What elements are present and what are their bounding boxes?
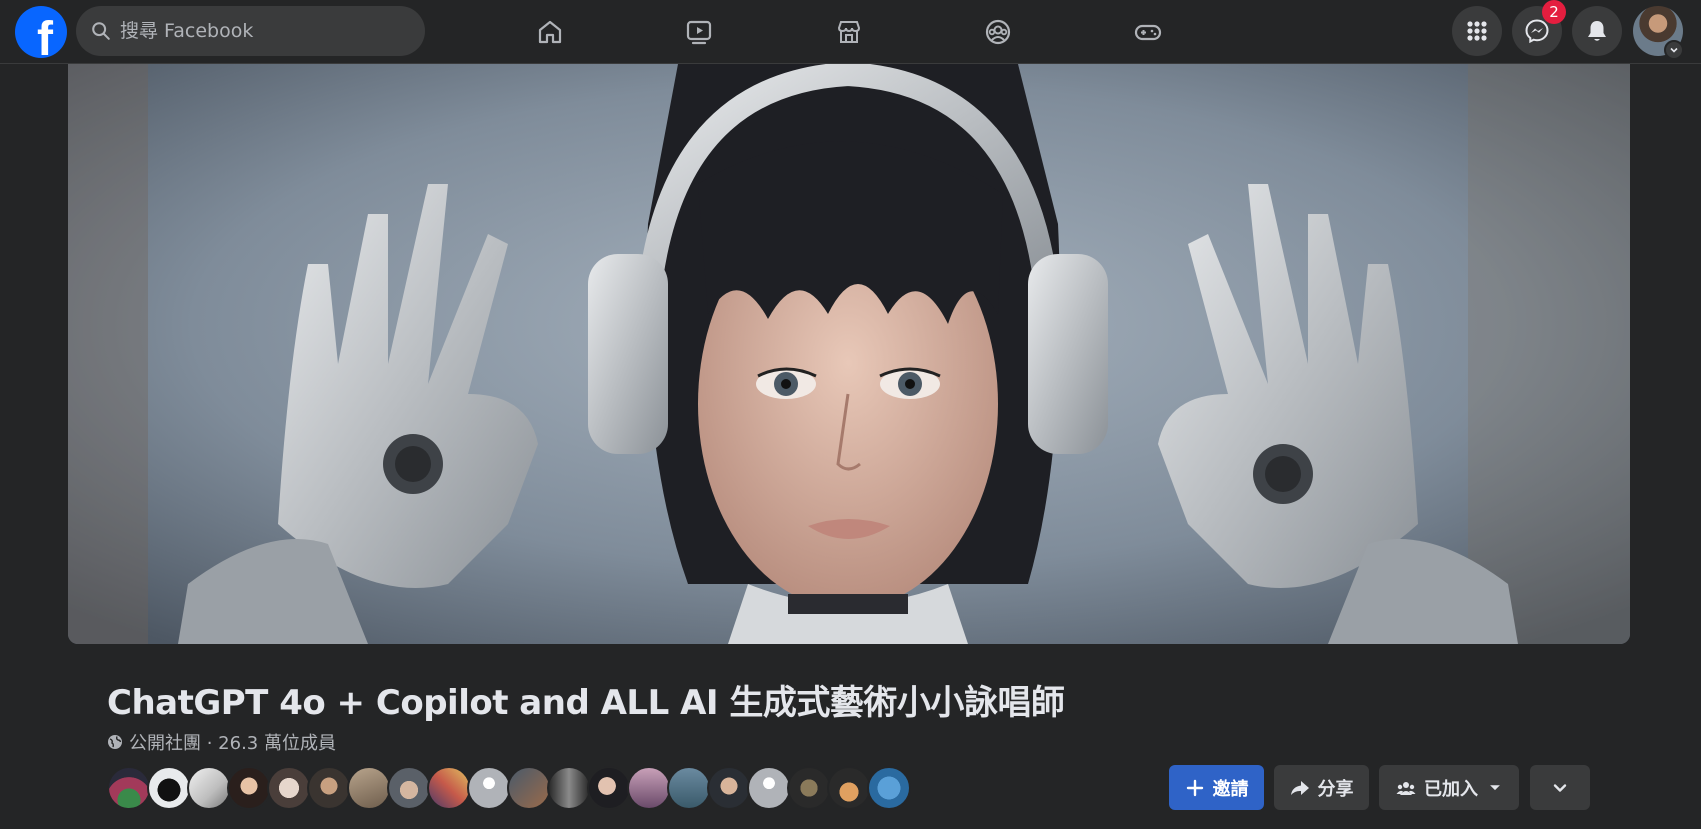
share-button[interactable]: 分享 xyxy=(1274,765,1369,810)
member-avatar[interactable] xyxy=(707,766,751,810)
share-label: 分享 xyxy=(1317,778,1354,800)
invite-button[interactable]: 邀請 xyxy=(1169,765,1264,810)
cover-image xyxy=(68,64,1630,644)
member-avatar[interactable] xyxy=(627,766,671,810)
member-avatar[interactable] xyxy=(787,766,831,810)
member-avatar[interactable] xyxy=(667,766,711,810)
member-avatar[interactable] xyxy=(147,766,191,810)
joined-label: 已加入 xyxy=(1424,778,1478,800)
search-input[interactable] xyxy=(120,20,400,42)
account-menu-chevron[interactable] xyxy=(1664,40,1684,60)
groups-icon xyxy=(985,19,1011,45)
member-avatar[interactable] xyxy=(867,766,911,810)
plus-icon xyxy=(1186,779,1203,796)
member-avatars[interactable] xyxy=(107,766,911,810)
nav-gaming[interactable] xyxy=(1128,12,1168,52)
chevron-down-icon xyxy=(1553,783,1567,792)
member-avatar[interactable] xyxy=(347,766,391,810)
group-meta: 公開社團 · 26.3 萬位成員 xyxy=(107,729,336,755)
caret-down-icon xyxy=(1490,784,1500,790)
member-avatar[interactable] xyxy=(387,766,431,810)
nav-marketplace[interactable] xyxy=(829,12,869,52)
search-icon xyxy=(92,22,110,40)
nav-home[interactable] xyxy=(530,12,570,52)
facebook-logo-letter: f xyxy=(37,13,53,59)
member-avatar[interactable] xyxy=(467,766,511,810)
chevron-down-icon xyxy=(1670,47,1678,53)
grid-menu-icon xyxy=(1467,21,1487,41)
member-avatar[interactable] xyxy=(227,766,271,810)
member-avatar[interactable] xyxy=(267,766,311,810)
member-avatar[interactable] xyxy=(827,766,871,810)
member-avatar[interactable] xyxy=(747,766,791,810)
bell-icon xyxy=(1588,21,1606,41)
member-avatar[interactable] xyxy=(507,766,551,810)
group-privacy-and-member-count[interactable]: 公開社團 · 26.3 萬位成員 xyxy=(129,729,336,755)
member-avatar[interactable] xyxy=(547,766,591,810)
member-avatar[interactable] xyxy=(307,766,351,810)
gaming-icon xyxy=(1134,24,1162,41)
joined-button[interactable]: 已加入 xyxy=(1379,765,1519,810)
more-options-button[interactable] xyxy=(1530,765,1590,810)
messenger-badge: 2 xyxy=(1542,0,1566,24)
facebook-logo[interactable]: f xyxy=(15,6,67,58)
nav-groups[interactable] xyxy=(978,12,1018,52)
member-avatar[interactable] xyxy=(107,766,151,810)
members-icon xyxy=(1396,781,1416,795)
menu-button[interactable] xyxy=(1452,6,1502,56)
marketplace-icon xyxy=(837,21,861,43)
messenger-button[interactable]: 2 xyxy=(1512,0,1566,56)
home-icon xyxy=(538,20,562,44)
member-avatar[interactable] xyxy=(427,766,471,810)
search-bar[interactable] xyxy=(76,6,425,56)
top-navigation-bar: f 2 xyxy=(0,0,1701,64)
member-avatar[interactable] xyxy=(187,766,231,810)
cover-photo[interactable] xyxy=(68,64,1630,644)
notifications-button[interactable] xyxy=(1572,6,1622,56)
video-icon xyxy=(686,20,712,45)
globe-icon xyxy=(108,735,122,749)
invite-label: 邀請 xyxy=(1212,778,1249,800)
share-icon xyxy=(1290,780,1309,795)
messenger-icon xyxy=(1525,19,1549,44)
nav-video[interactable] xyxy=(679,12,719,52)
group-title[interactable]: ChatGPT 4o + Copilot and ALL AI 生成式藝術小小詠… xyxy=(107,675,1065,724)
member-avatar[interactable] xyxy=(587,766,631,810)
